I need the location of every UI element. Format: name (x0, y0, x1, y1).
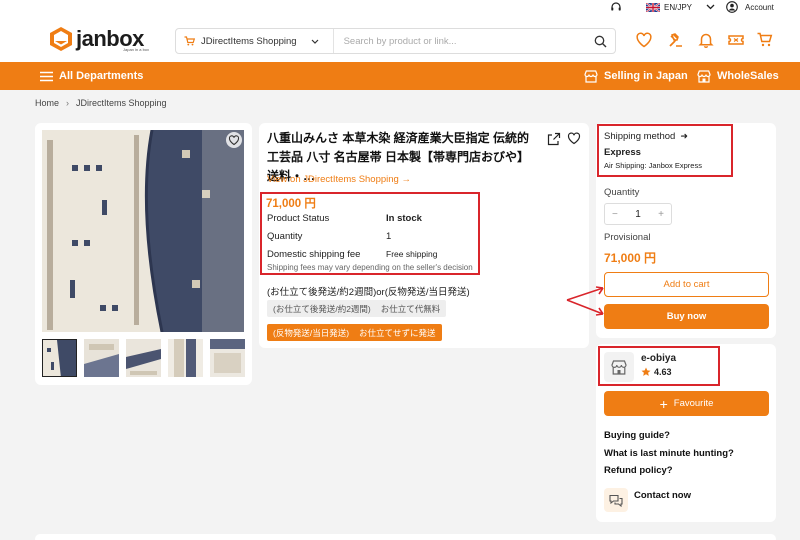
provisional-label: Provisional (604, 232, 651, 243)
minus-button[interactable]: − (612, 209, 618, 220)
wholesale-store-icon (697, 69, 711, 83)
account-link[interactable]: Account (726, 0, 774, 14)
quantity-label: Quantity (604, 187, 640, 198)
thumbnail-4[interactable] (168, 339, 203, 377)
storefront-icon (584, 69, 598, 83)
heart-icon[interactable] (226, 132, 242, 148)
shopping-cart-icon[interactable] (756, 31, 774, 49)
quantity-input[interactable]: 1 (635, 209, 641, 220)
breadcrumb-home[interactable]: Home (35, 98, 59, 108)
bell-icon[interactable] (697, 31, 715, 49)
lower-section-card (35, 534, 776, 540)
chevron-down-icon (311, 39, 319, 44)
cart-icon (184, 36, 195, 46)
language-label: EN/JPY (664, 2, 693, 12)
language-selector[interactable]: EN/JPY (646, 0, 715, 14)
user-icon (726, 1, 738, 13)
coupon-ticket-icon[interactable] (727, 31, 745, 49)
breadcrumb: Home › JDirectItems Shopping (35, 96, 167, 110)
thumbnail-3[interactable] (126, 339, 161, 377)
add-to-cart-button[interactable]: Add to cart (604, 272, 769, 297)
highlight-box-shipping (597, 124, 733, 177)
chevron-right-icon: › (66, 98, 70, 108)
chevron-down-icon (706, 4, 715, 10)
refund-policy-link[interactable]: Refund policy? (604, 465, 673, 476)
option-chip-fabric-selected[interactable]: (反物発送/当日発送) お仕立てせずに発送 (267, 324, 442, 341)
last-minute-hunting-link[interactable]: What is last minute hunting? (604, 448, 734, 459)
annotation-arrows (566, 286, 604, 316)
heart-icon[interactable] (635, 31, 653, 49)
provisional-price: 71,000 円 (604, 251, 657, 265)
plus-button[interactable]: + (658, 209, 664, 220)
hamburger-menu-icon (40, 71, 53, 81)
buying-guide-link[interactable]: Buying guide? (604, 430, 670, 441)
wholesales-link[interactable]: WholeSales (697, 62, 779, 90)
all-departments-menu[interactable]: All Departments (40, 62, 143, 90)
plus-icon: + (659, 395, 668, 412)
selling-in-japan-link[interactable]: Selling in Japan (584, 62, 688, 90)
search-button[interactable] (585, 29, 615, 53)
search-bar: JDirectItems Shopping (175, 28, 616, 54)
share-icon[interactable] (547, 132, 561, 146)
thumbnail-1[interactable] (42, 339, 77, 377)
heart-icon[interactable] (567, 131, 581, 145)
logo-tagline: Japan in a box (123, 47, 150, 52)
contact-now-link[interactable]: Contact now (634, 490, 691, 501)
auction-gavel-icon[interactable] (666, 31, 684, 49)
variant-title: (お仕立て後発送/約2週間)or(反物発送/当日発送) (267, 287, 470, 298)
view-on-source-link[interactable]: View on JDirectItems Shopping → (267, 174, 411, 185)
main-product-image[interactable] (42, 130, 244, 332)
buy-now-button[interactable]: Buy now (604, 304, 769, 329)
option-chip-tailored[interactable]: (お仕立て後発送/約2週間) お仕立て代無料 (267, 300, 447, 317)
search-scope-dropdown[interactable]: JDirectItems Shopping (176, 29, 334, 53)
uk-flag-icon (646, 2, 660, 12)
logo-mark-icon (50, 27, 72, 51)
breadcrumb-current[interactable]: JDirectItems Shopping (76, 98, 167, 108)
main-nav: All Departments Selling in Japan WholeSa… (0, 62, 800, 90)
janbox-logo[interactable]: janbox Japan in a box (49, 26, 149, 52)
chat-icon[interactable] (604, 488, 628, 512)
thumbnail-2[interactable] (84, 339, 119, 377)
quantity-stepper[interactable]: − 1 + (604, 203, 672, 225)
search-input[interactable] (333, 31, 585, 51)
support-headset-icon[interactable] (610, 0, 622, 14)
thumbnail-5[interactable] (210, 339, 245, 377)
favourite-button[interactable]: + Favourite (604, 391, 769, 416)
search-icon (594, 35, 606, 47)
header: EN/JPY Account janbox Japan in a box JDi… (0, 0, 800, 62)
highlight-box-product-details (260, 192, 480, 275)
highlight-box-seller (598, 346, 720, 386)
